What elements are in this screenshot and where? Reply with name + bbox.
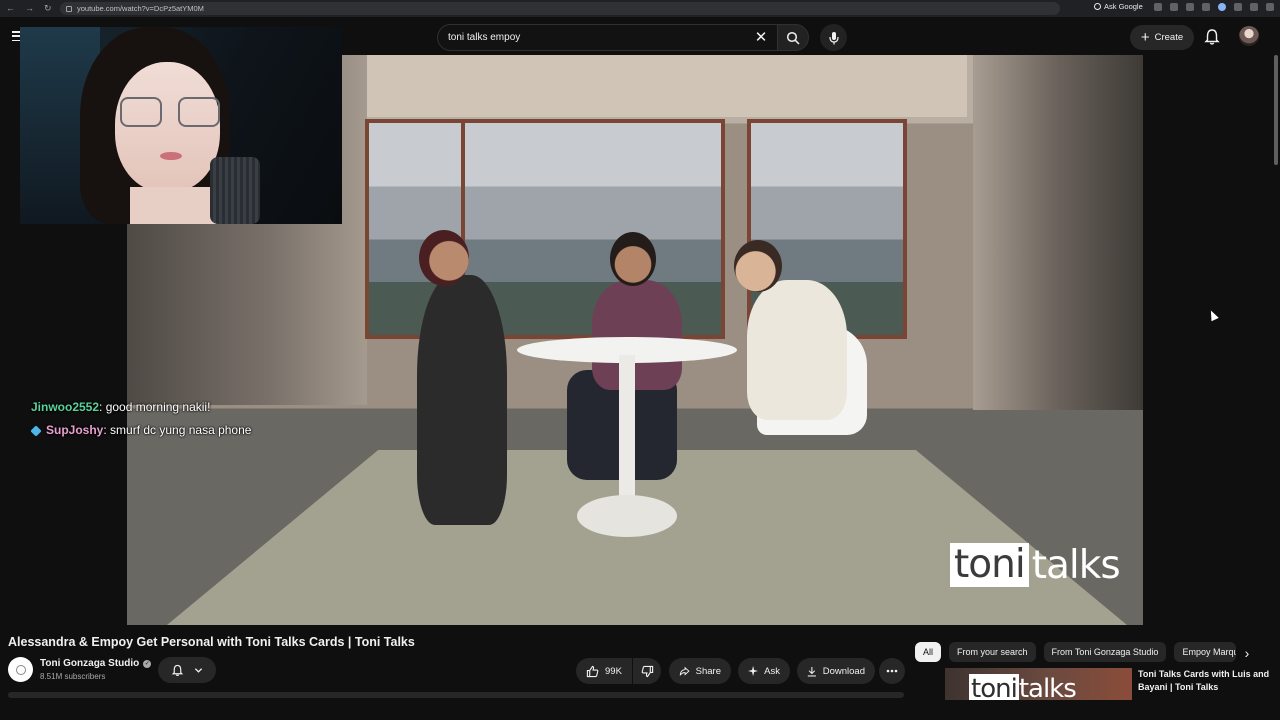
plus-icon: + [1140,29,1150,46]
sparkle-icon [748,665,759,677]
thumbs-down-icon [641,665,653,677]
download-button[interactable]: Download [797,658,875,684]
site-info-icon[interactable] [66,5,72,12]
chat-badge-icon [30,424,42,437]
search-icon [786,31,800,45]
reload-icon[interactable]: ↻ [44,4,52,13]
zoom-icon[interactable] [1154,2,1162,11]
thumbnail-logo: tonitalks [969,674,1077,700]
voice-search-button[interactable] [820,24,847,51]
create-label: Create [1154,32,1184,43]
browser-toolbar: ← → ↻ youtube.com/watch?v=DcPz5atYM0M As… [0,0,1280,17]
channel-avatar[interactable] [8,657,33,682]
address-bar[interactable]: youtube.com/watch?v=DcPz5atYM0M [60,2,1060,15]
like-count: 99K [605,665,622,677]
like-button[interactable]: 99K [576,658,632,684]
subscription-notifications-button[interactable] [158,657,216,683]
chip-all[interactable]: All [915,642,942,662]
scene-person-head [419,230,469,286]
thumbs-up-icon [586,665,599,677]
ask-label: Ask [764,665,780,677]
description-box[interactable] [8,692,904,698]
clear-search-icon[interactable]: ✕ [752,29,770,47]
chat-text: : good morning nakii! [99,400,211,414]
webcam-neck [130,187,220,224]
notifications-bell-icon[interactable] [1203,28,1221,46]
chat-message: SupJoshy : smurf dc yung nasa phone [30,419,252,442]
scene-person-head [734,240,782,292]
chip-empoy-marquez[interactable]: Empoy Marque [1174,642,1237,662]
chevron-right-icon[interactable]: › [1238,644,1256,662]
more-horizontal-icon [886,669,898,673]
more-actions-button[interactable] [879,658,905,684]
verified-check-icon: ✓ [143,659,152,668]
address-text: youtube.com/watch?v=DcPz5atYM0M [77,4,204,13]
bell-icon [171,664,184,676]
subscriber-count: 8.51M subscribers [40,672,106,681]
search-input[interactable]: toni talks empoy [437,24,777,51]
scene-person [592,280,682,390]
extension-icon[interactable] [1218,2,1226,11]
channel-name: Toni Gonzaga Studio [40,658,140,669]
search-query: toni talks empoy [448,32,521,43]
browser-actions: Ask Google [1094,2,1274,11]
chat-username: SupJoshy [46,423,104,437]
related-filter-chips: All From your search From Toni Gonzaga S… [915,642,1237,662]
download-icon [807,666,816,676]
webcam-microphone [210,157,260,224]
forward-icon[interactable]: → [25,4,34,13]
ask-button[interactable]: Ask [738,658,790,684]
stream-chat-overlay: Jinwoo2552 : good morning nakii! SupJosh… [30,396,252,442]
chat-text: : smurf dc yung nasa phone [103,423,252,437]
logo-word-toni: toni [950,543,1029,587]
thumb-word-talks: talks [1018,674,1077,700]
scene-person [417,275,507,525]
chip-from-channel[interactable]: From Toni Gonzaga Studio [1043,642,1167,662]
dislike-button[interactable] [633,658,661,684]
chevron-down-icon [194,667,203,673]
chat-username: Jinwoo2552 [31,400,100,414]
create-button[interactable]: + Create [1130,25,1194,50]
google-lens-icon [1094,3,1101,10]
back-icon[interactable]: ← [6,4,15,13]
page-scrollbar[interactable] [1274,55,1278,165]
ask-google-label: Ask Google [1104,2,1143,11]
share-button[interactable]: Share [669,658,731,684]
cast-icon[interactable] [1170,2,1178,11]
share-arrow-icon [679,666,690,676]
chip-from-your-search[interactable]: From your search [949,642,1036,662]
scene-table-base [577,495,677,537]
extensions-puzzle-icon[interactable] [1234,2,1242,11]
microphone-icon [828,31,839,44]
thumb-word-toni: toni [969,674,1019,700]
chat-message: Jinwoo2552 : good morning nakii! [31,396,251,419]
scene-table-stem [619,355,635,505]
share-page-icon[interactable] [1186,2,1194,11]
browser-menu-icon[interactable] [1266,2,1274,11]
logo-word-talks: talks [1031,542,1121,588]
webcam-glasses [120,97,220,129]
scene-person-head [610,232,656,286]
recommended-video-title[interactable]: Toni Talks Cards with Luis and Bayani | … [1138,668,1274,694]
download-label: Download [822,665,865,677]
toni-talks-logo: toni talks [950,542,1121,588]
mouse-cursor-icon [1207,308,1219,322]
webcam-lips [160,152,182,160]
share-label: Share [695,665,721,677]
browser-nav: ← → ↻ [0,4,58,13]
scene-person [747,280,847,420]
search-button[interactable] [777,24,809,51]
streamer-webcam [20,27,342,224]
video-title: Alessandra & Empoy Get Personal with Ton… [8,635,415,649]
profile-icon[interactable] [1250,2,1258,11]
scene-curtain-right [973,55,1143,415]
ask-google-button[interactable]: Ask Google [1094,2,1146,11]
channel-name-link[interactable]: Toni Gonzaga Studio ✓ [40,658,152,669]
scene-ceiling [307,55,967,117]
account-avatar[interactable] [1239,26,1259,46]
bookmark-star-icon[interactable] [1202,2,1210,11]
recommended-video-thumbnail[interactable]: tonitalks [945,668,1132,700]
